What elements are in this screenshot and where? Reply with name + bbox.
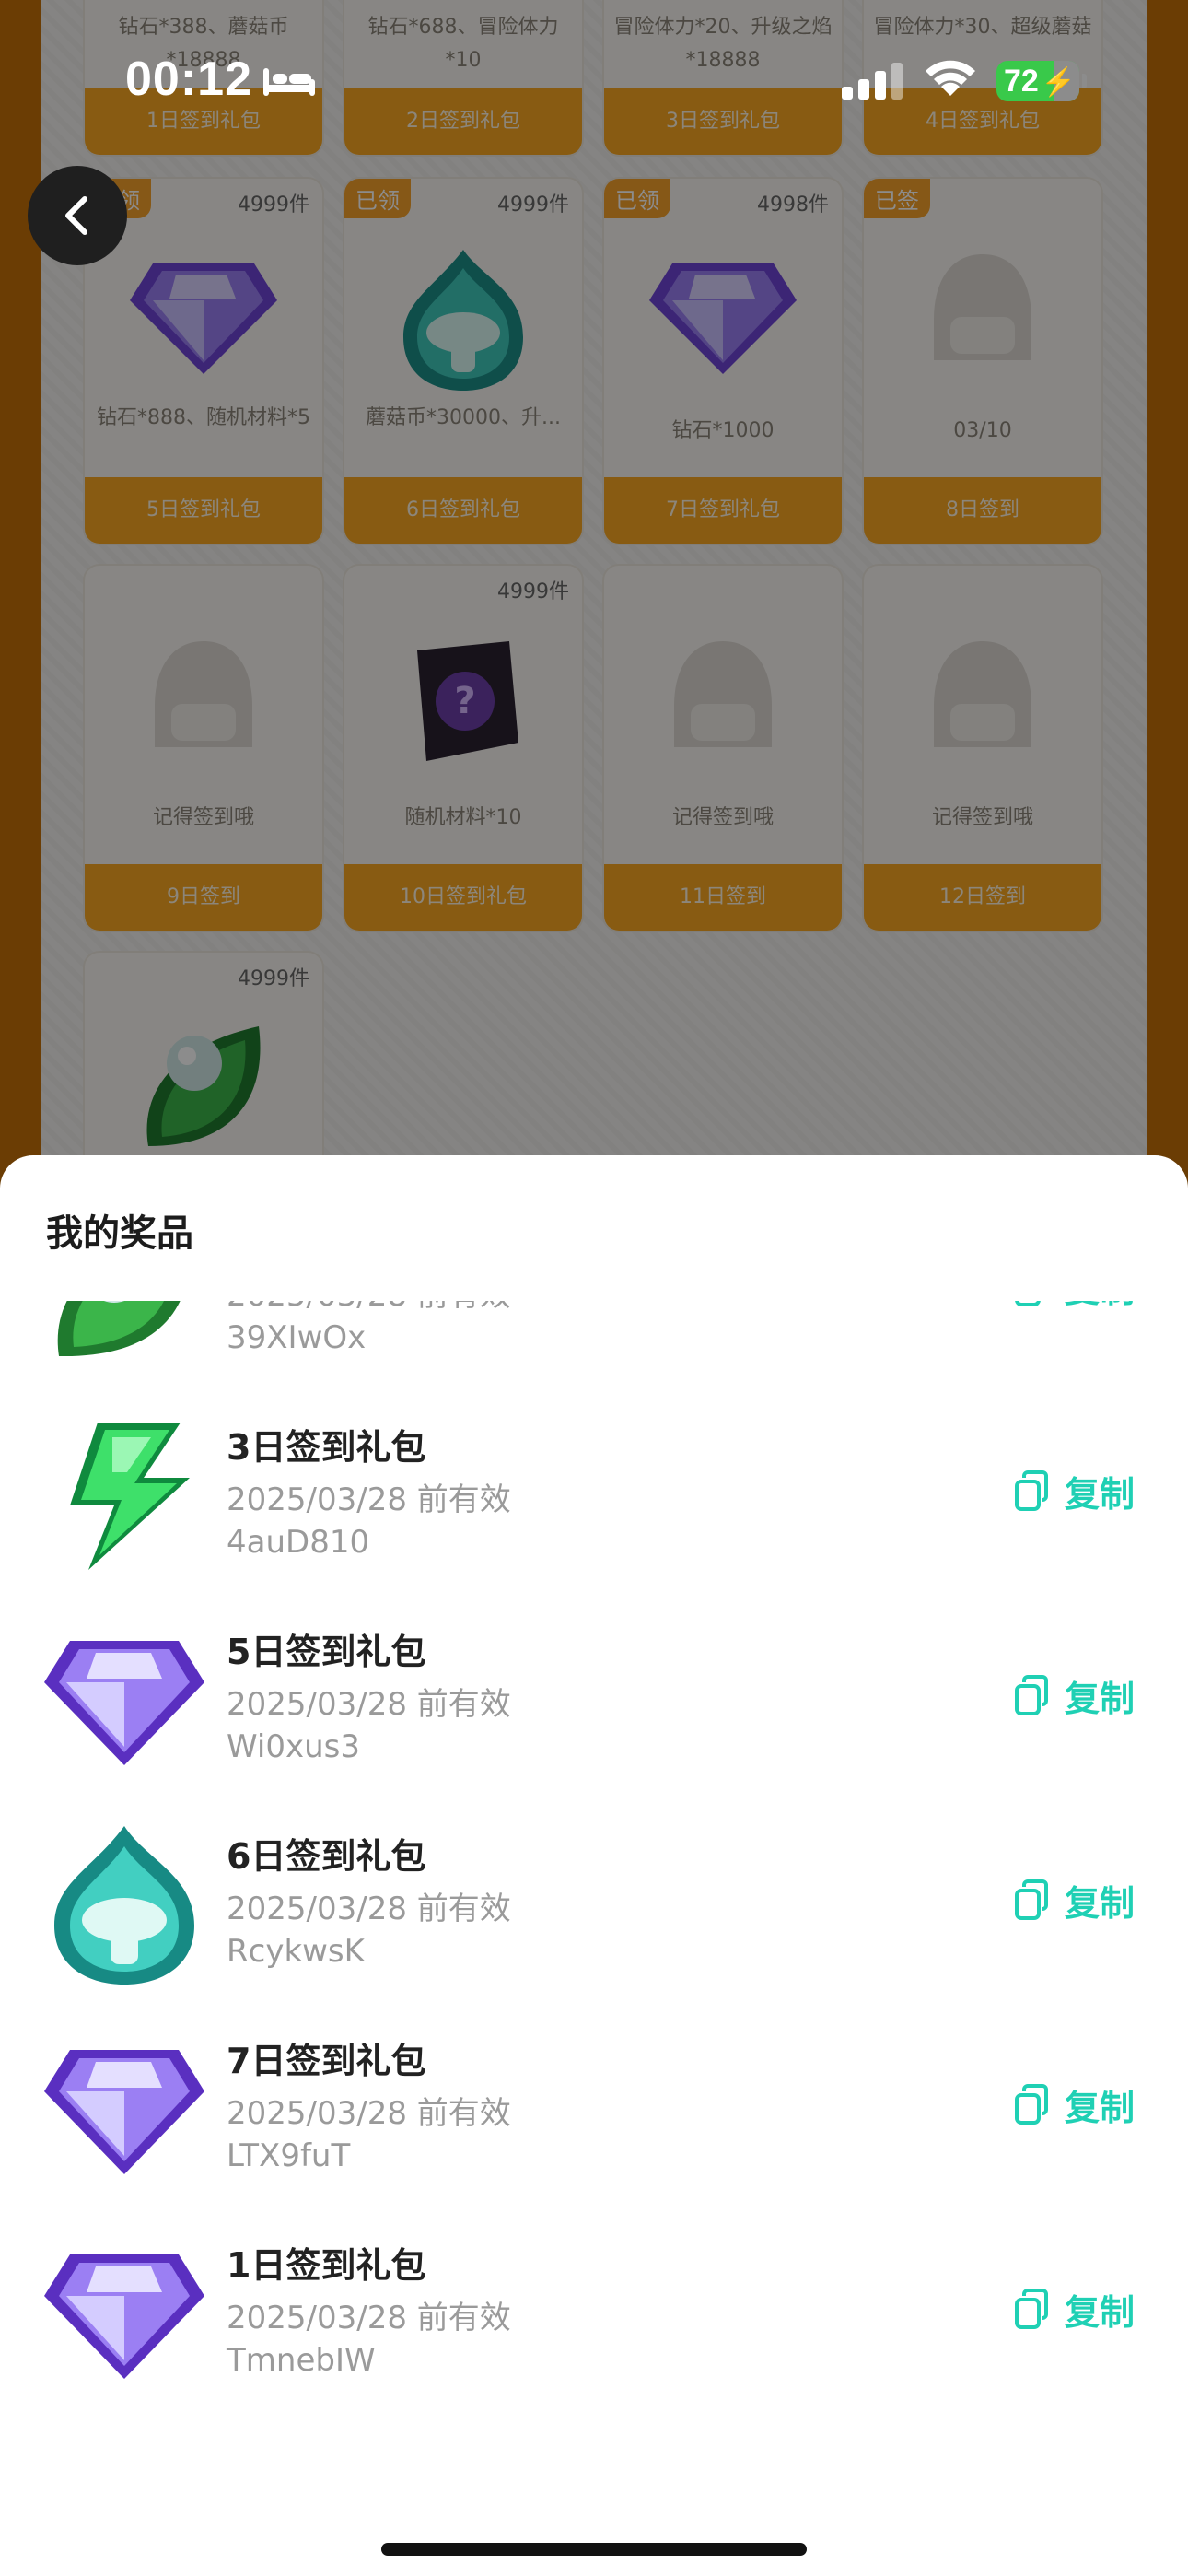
wifi-icon — [923, 57, 978, 101]
copy-icon — [1015, 1470, 1048, 1511]
copy-icon — [1015, 1675, 1048, 1715]
prize-name: 7日签到礼包 — [227, 2041, 426, 2081]
diamond-icon — [42, 2027, 206, 2191]
prize-expiry: 2025/03/28 前有效 — [227, 1301, 511, 1315]
lightning-icon — [42, 1413, 206, 1577]
copy-label: 复制 — [1065, 1301, 1135, 1312]
copy-icon — [1015, 2289, 1048, 2329]
copy-button[interactable]: 复制 — [1013, 1301, 1151, 1314]
status-time: 00:12 — [125, 53, 252, 106]
copy-icon — [1015, 1301, 1041, 1306]
prize-expiry: 2025/03/28 前有效 — [227, 2300, 511, 2336]
prize-expiry: 2025/03/28 前有效 — [227, 1481, 511, 1518]
prize-name: 3日签到礼包 — [227, 1427, 426, 1468]
status-bar: 00:12 72 ⚡ — [0, 44, 1188, 118]
prize-code: Wi0xus3 — [227, 1728, 360, 1765]
copy-label: 复制 — [1065, 1882, 1136, 1924]
back-button[interactable] — [28, 166, 127, 265]
copy-icon — [1015, 2084, 1048, 2125]
sheet-title: 我的奖品 — [46, 1212, 193, 1255]
home-indicator[interactable] — [381, 2543, 807, 2556]
prize-item: 1日签到礼包 2025/03/28 前有效 TmnebIW 复制 — [0, 2222, 1188, 2427]
prize-item: 6日签到礼包 2025/03/28 前有效 RcykwsK 复制 — [0, 1813, 1188, 2018]
prize-code: LTX9fuT — [227, 2137, 351, 2174]
copy-button[interactable]: 复制 — [1013, 1872, 1151, 1927]
mushroom-icon — [42, 1822, 206, 1986]
charging-bolt-icon: ⚡ — [1041, 67, 1076, 98]
prize-item: 2025/03/28 前有效 39XIwOx 复制 — [0, 1301, 1188, 1404]
copy-icon — [1015, 1879, 1048, 1920]
prize-code: 4auD810 — [227, 1524, 370, 1561]
copy-label: 复制 — [1065, 1473, 1136, 1515]
copy-button[interactable]: 复制 — [1013, 2077, 1151, 2132]
prize-name: 6日签到礼包 — [227, 1836, 426, 1877]
prize-name: 5日签到礼包 — [227, 1632, 426, 1672]
prize-expiry: 2025/03/28 前有效 — [227, 2095, 511, 2132]
copy-button[interactable]: 复制 — [1013, 1463, 1151, 1518]
diamond-icon — [42, 2231, 206, 2395]
prize-expiry: 2025/03/28 前有效 — [227, 1891, 511, 1927]
prize-name: 1日签到礼包 — [227, 2245, 426, 2286]
battery-level: 72 — [1004, 64, 1039, 99]
prize-item: 3日签到礼包 2025/03/28 前有效 4auD810 复制 — [0, 1404, 1188, 1609]
copy-button[interactable]: 复制 — [1013, 2281, 1151, 2336]
copy-label: 复制 — [1065, 2087, 1136, 2128]
leaf-orb-icon — [42, 1301, 206, 1373]
prize-code: RcykwsK — [227, 1933, 365, 1970]
prize-code: TmnebIW — [227, 2342, 376, 2379]
battery-icon: 72 ⚡ — [996, 61, 1087, 101]
copy-button[interactable]: 复制 — [1013, 1668, 1151, 1723]
prize-list[interactable]: 2025/03/28 前有效 39XIwOx 复制 3日签到礼包 2025/03… — [0, 1301, 1188, 2434]
prize-item: 5日签到礼包 2025/03/28 前有效 Wi0xus3 复制 — [0, 1609, 1188, 1813]
diamond-icon — [42, 1618, 206, 1782]
prize-expiry: 2025/03/28 前有效 — [227, 1686, 511, 1723]
cellular-signal-icon — [842, 63, 903, 103]
prize-item: 7日签到礼包 2025/03/28 前有效 LTX9fuT 复制 — [0, 2018, 1188, 2222]
copy-label: 复制 — [1065, 1678, 1136, 1719]
my-prizes-sheet: 我的奖品 2025/03/28 前有效 39XIwOx 复制 3日签到礼包 20… — [0, 1155, 1188, 2576]
copy-label: 复制 — [1065, 2291, 1136, 2333]
sleep-mode-icon — [262, 64, 317, 101]
chevron-left-icon — [65, 196, 87, 235]
prize-code: 39XIwOx — [227, 1319, 367, 1356]
